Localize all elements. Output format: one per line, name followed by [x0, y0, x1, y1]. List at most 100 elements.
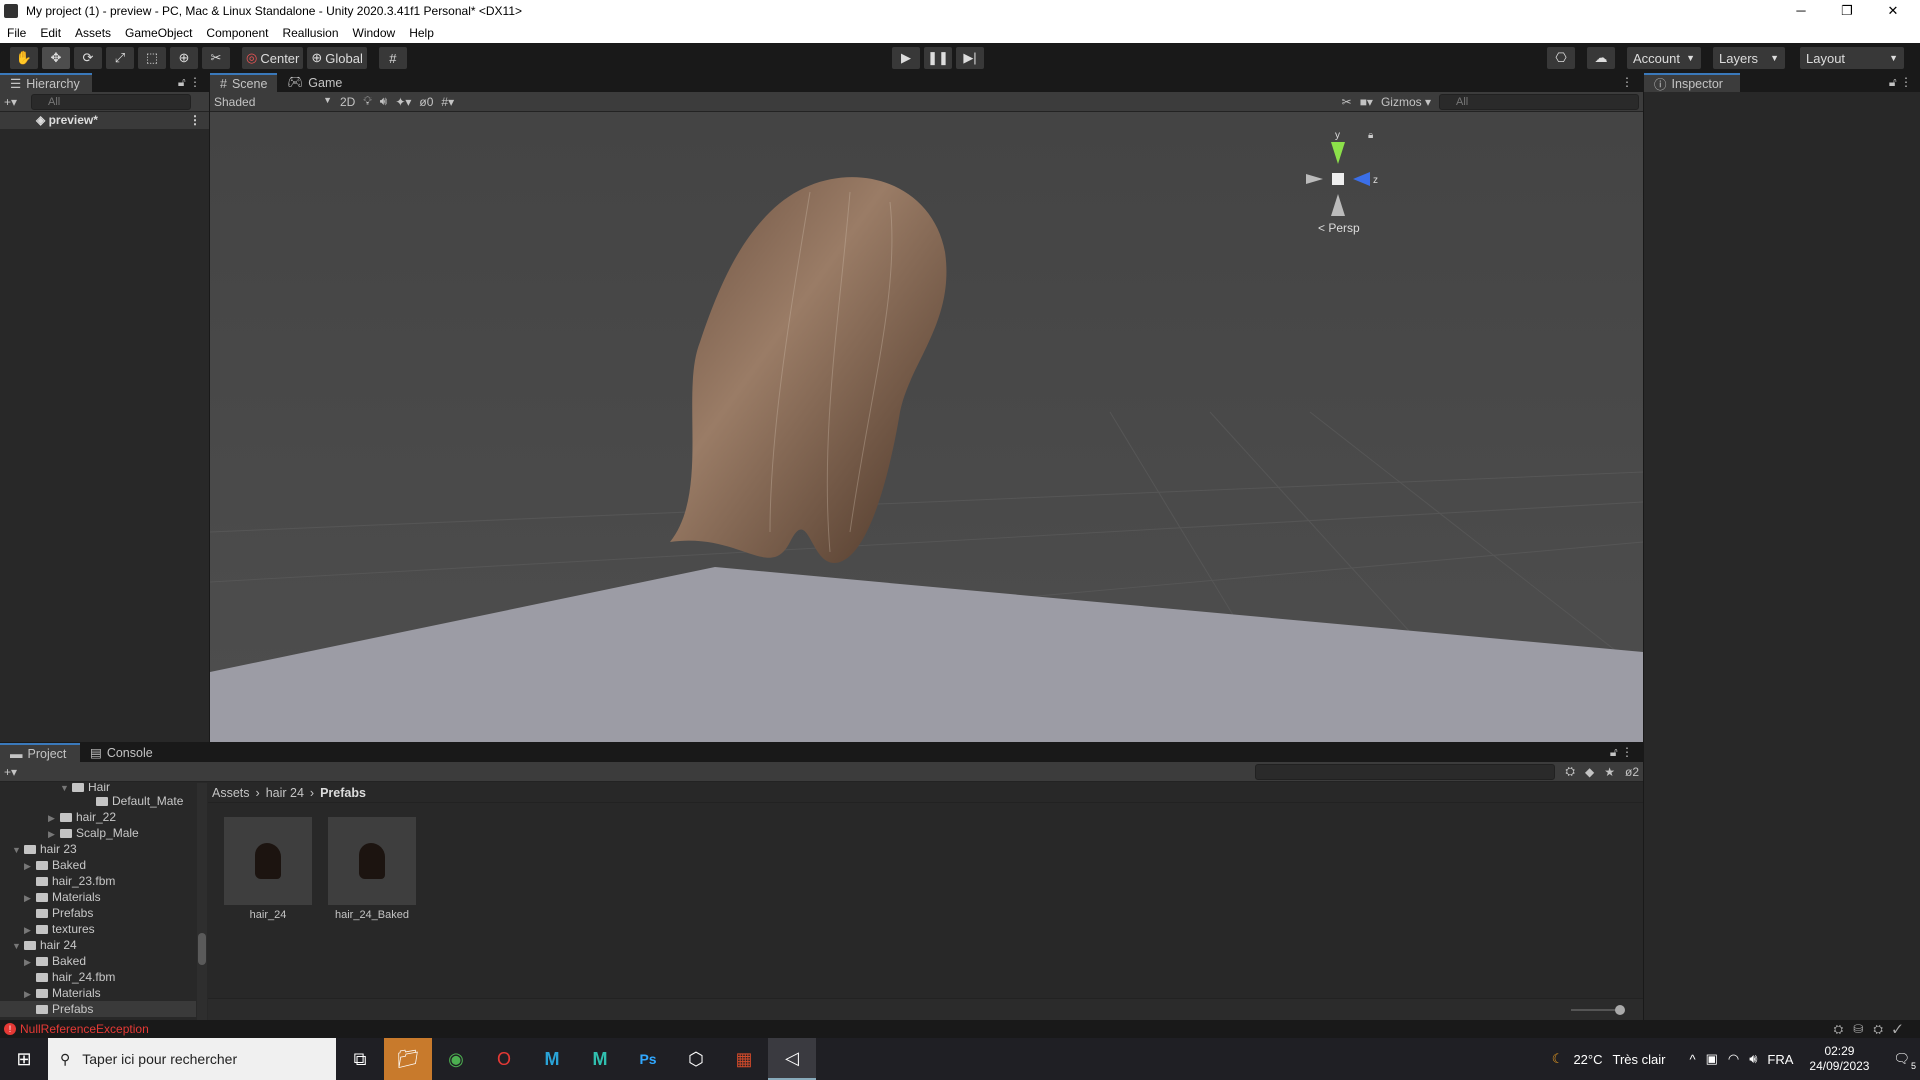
hidden-packages-toggle[interactable]: ø2 [1625, 765, 1639, 779]
create-button[interactable]: +▾ [4, 95, 17, 109]
tab-console[interactable]: ▤ Console [80, 743, 163, 762]
expand-arrow-icon[interactable]: ▼ [12, 938, 24, 954]
tray-chevron-up-icon[interactable]: ^ [1689, 1052, 1695, 1067]
notifications-icon[interactable]: 🗨︎ 5 [1893, 1051, 1916, 1071]
folder-tree-item[interactable]: Default_Mate [0, 793, 196, 809]
shading-mode-dropdown[interactable]: Shaded ▼ [214, 95, 332, 109]
breadcrumb-hair-24[interactable]: hair 24 [266, 786, 304, 800]
breadcrumb-assets[interactable]: Assets [212, 786, 250, 800]
folder-tree-item[interactable]: ▼ hair 24 [0, 937, 196, 953]
cloud-icon[interactable]: ☁ [1587, 47, 1615, 69]
status-error-message[interactable]: NullReferenceException [20, 1022, 149, 1036]
custom-tool-icon[interactable]: ✂ [202, 47, 230, 69]
close-button[interactable]: ✕ [1870, 0, 1916, 22]
2d-toggle[interactable]: 2D [340, 95, 355, 109]
effects-icon[interactable]: ✦▾ [395, 95, 411, 109]
folder-tree-item[interactable]: ▶ Scalp_Male [0, 825, 196, 841]
folder-tree-item[interactable]: ▶ Materials [0, 985, 196, 1001]
file-explorer-icon[interactable]: 📁︎ [384, 1038, 432, 1080]
grid-toggle-icon[interactable]: #▾ [441, 95, 454, 109]
move-tool-icon[interactable]: ✥ [42, 47, 70, 69]
photoshop-icon[interactable]: Ps [624, 1038, 672, 1080]
grid-snap-icon[interactable]: # [378, 47, 407, 69]
folder-tree-item[interactable]: ▼ hair 23 [0, 841, 196, 857]
scale-tool-icon[interactable]: ⤢ [106, 47, 134, 69]
gizmos-dropdown[interactable]: Gizmos ▾ [1381, 95, 1431, 109]
menu-window[interactable]: Window [353, 26, 396, 40]
more-icon[interactable]: ⋮ [189, 112, 201, 129]
scene-viewport[interactable]: y z 🔒︎ < Persp [210, 112, 1643, 742]
menu-gameobject[interactable]: GameObject [125, 26, 192, 40]
language-indicator[interactable]: FRA [1767, 1052, 1793, 1067]
hand-tool-icon[interactable]: ✋ [10, 47, 38, 69]
expand-arrow-icon[interactable]: ▶ [48, 826, 60, 842]
tree-scrollbar[interactable] [197, 783, 207, 1020]
favorite-icon[interactable]: ★ [1604, 765, 1615, 779]
folder-tree-item[interactable]: Prefabs [0, 905, 196, 921]
panel-menu-icon[interactable]: ⋮ [1621, 73, 1633, 92]
menu-help[interactable]: Help [409, 26, 434, 40]
project-search-input[interactable] [1255, 763, 1556, 780]
wifi-icon[interactable]: ◠ [1728, 1051, 1739, 1067]
maya-icon[interactable]: M [528, 1038, 576, 1080]
tab-hierarchy[interactable]: ☰ Hierarchy [0, 73, 92, 92]
expand-arrow-icon[interactable]: ▶ [24, 954, 36, 970]
menu-assets[interactable]: Assets [75, 26, 111, 40]
tab-game[interactable]: 🎮︎ Game [277, 73, 352, 92]
expand-arrow-icon[interactable]: ▶ [24, 890, 36, 906]
create-button[interactable]: +▾ [4, 765, 17, 779]
play-button[interactable]: ▶ [892, 47, 920, 69]
tab-inspector[interactable]: ⓘ Inspector [1644, 73, 1740, 92]
rotate-tool-icon[interactable]: ⟳ [74, 47, 102, 69]
layers-dropdown[interactable]: Layers ▼ [1713, 47, 1785, 69]
scene-search-input[interactable]: All [1439, 93, 1639, 110]
lighting-icon[interactable]: 💡︎ [363, 94, 371, 109]
folder-tree-item[interactable]: ▼ Hair [0, 783, 196, 793]
transform-tool-icon[interactable]: ⊕ [170, 47, 198, 69]
expand-arrow-icon[interactable]: ▼ [60, 784, 72, 793]
pivot-global-button[interactable]: ⊕ Global [307, 47, 367, 69]
rect-tool-icon[interactable]: ⬚ [138, 47, 166, 69]
folder-tree-item[interactable]: ▶ textures [0, 921, 196, 937]
max-icon[interactable]: M [576, 1038, 624, 1080]
unity-editor-icon[interactable]: ◁ [768, 1038, 816, 1080]
tools-icon[interactable]: ✂ [1342, 95, 1352, 109]
layout-dropdown[interactable]: Layout ▼ [1800, 47, 1904, 69]
folder-tree-item[interactable]: ▶ Baked [0, 953, 196, 969]
collab-icon[interactable]: ⎔ [1547, 47, 1575, 69]
maximize-button[interactable]: ❐ [1824, 0, 1870, 22]
folder-tree-item[interactable]: ▶ Materials [0, 889, 196, 905]
expand-arrow-icon[interactable]: ▶ [24, 986, 36, 1002]
folder-tree-item[interactable]: ▶ Baked [0, 857, 196, 873]
weather-temp[interactable]: 22°C [1573, 1052, 1602, 1067]
taskbar-search-input[interactable]: ⚲ Taper ici pour rechercher [48, 1038, 336, 1080]
label-icon[interactable]: ◆ [1585, 765, 1594, 779]
opera-icon[interactable]: O [480, 1038, 528, 1080]
minimize-button[interactable]: ─ [1778, 0, 1824, 22]
camera-icon[interactable]: ■▾ [1360, 95, 1373, 109]
expand-arrow-icon[interactable]: ▼ [12, 842, 24, 858]
panel-menu-icon[interactable]: 🔓︎ ⋮ [1610, 743, 1633, 762]
volume-icon[interactable]: 🔊︎ [1749, 1051, 1757, 1067]
expand-arrow-icon[interactable]: ▶ [24, 858, 36, 874]
menu-file[interactable]: File [7, 26, 26, 40]
folder-tree-item[interactable]: hair_24.fbm [0, 969, 196, 985]
scene-root-item[interactable]: ◈ preview* ⋮ [0, 112, 209, 129]
unity-hub-icon[interactable]: ⬡ [672, 1038, 720, 1080]
clock[interactable]: 02:29 24/09/2023 [1809, 1044, 1869, 1074]
folder-tree-item[interactable]: Prefabs [0, 1001, 196, 1017]
breadcrumb-prefabs[interactable]: Prefabs [320, 786, 366, 800]
tab-scene[interactable]: # Scene [210, 73, 278, 92]
menu-edit[interactable]: Edit [40, 26, 61, 40]
filter-type-icon[interactable]: ⛭ [1565, 764, 1575, 779]
expand-arrow-icon[interactable]: ▶ [24, 922, 36, 938]
folder-tree-item[interactable]: hair_23.fbm [0, 873, 196, 889]
menu-reallusion[interactable]: Reallusion [282, 26, 338, 40]
winrar-icon[interactable]: ▦ [720, 1038, 768, 1080]
windows-start-icon[interactable]: ⊞ [0, 1038, 48, 1080]
task-view-icon[interactable]: ⧉ [336, 1038, 384, 1080]
icon-size-slider[interactable] [1571, 1005, 1625, 1015]
panel-menu-icon[interactable]: 🔓︎ ⋮ [178, 73, 201, 92]
tab-project[interactable]: ▬ Project [0, 743, 80, 762]
asset-item[interactable]: hair_24_Baked [328, 817, 416, 921]
